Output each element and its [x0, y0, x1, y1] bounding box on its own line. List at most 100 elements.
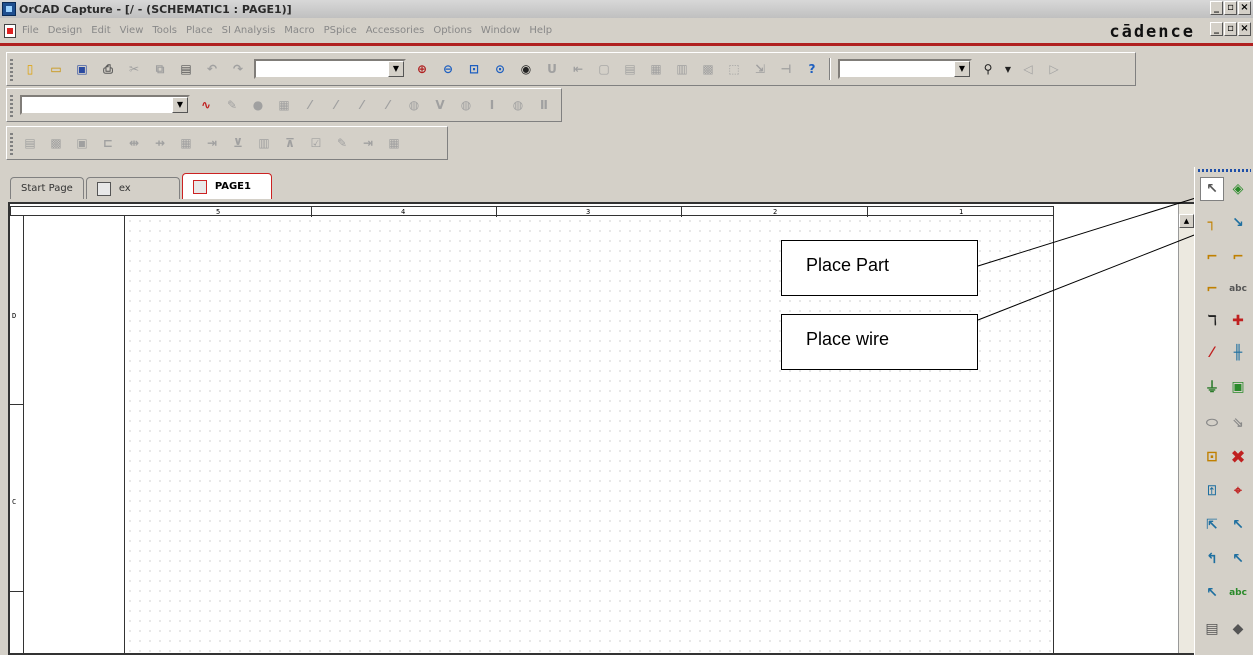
place-hier-block-icon[interactable]: ⁄: [1200, 341, 1224, 365]
scroll-up-button[interactable]: ▲: [1179, 214, 1194, 228]
help-icon[interactable]: ?: [801, 58, 823, 80]
place-wire-icon[interactable]: ┐: [1200, 211, 1224, 235]
view-results-icon[interactable]: ▦: [273, 94, 295, 116]
toolbar-grip[interactable]: [10, 133, 13, 155]
netlist-icon[interactable]: ▤: [619, 58, 641, 80]
bias-w2-icon[interactable]: ◍: [507, 94, 529, 116]
place-net-label-icon[interactable]: abc: [1226, 277, 1250, 301]
tab-ex[interactable]: ex: [85, 177, 180, 199]
new-icon[interactable]: ▯: [19, 58, 41, 80]
menu-view[interactable]: View: [120, 25, 144, 36]
place-line-icon[interactable]: ⇘: [1226, 411, 1250, 435]
snap-grid-icon[interactable]: ▩: [697, 58, 719, 80]
toolbar-grip[interactable]: [10, 95, 13, 117]
place-arc-icon[interactable]: ⌖: [1226, 479, 1250, 503]
place-bus-icon[interactable]: ⌐: [1200, 245, 1224, 269]
place-polyline-icon[interactable]: ⊡: [1200, 445, 1224, 469]
paste-icon[interactable]: ▤: [175, 58, 197, 80]
find-icon[interactable]: ⚲: [977, 58, 999, 80]
restore-button[interactable]: ▫: [1224, 1, 1237, 15]
cart-icon[interactable]: ⊻: [227, 132, 249, 154]
place-ic-part-icon[interactable]: ↖: [1200, 581, 1224, 605]
chevron-down-icon[interactable]: ▼: [172, 97, 188, 113]
find-dropdown-icon[interactable]: ▼: [1003, 58, 1013, 80]
toolbar-grip[interactable]: [10, 59, 13, 81]
new-simulation-icon[interactable]: ∿: [195, 94, 217, 116]
check-icon[interactable]: ☑: [305, 132, 327, 154]
connect-icon[interactable]: ⊏: [97, 132, 119, 154]
menu-design[interactable]: Design: [48, 25, 83, 36]
bias-i-icon[interactable]: Ⅴ: [429, 94, 451, 116]
menu-place[interactable]: Place: [186, 25, 213, 36]
bias-w-icon[interactable]: ◍: [455, 94, 477, 116]
select-icon[interactable]: ↖: [1200, 177, 1224, 201]
print-icon[interactable]: ⎙: [97, 58, 119, 80]
menu-file[interactable]: File: [22, 25, 39, 36]
voltage-marker-icon[interactable]: ⁄: [299, 94, 321, 116]
place-bezier-icon[interactable]: ↖: [1226, 513, 1250, 537]
bias-i2-icon[interactable]: Ⅰ: [481, 94, 503, 116]
menu-window[interactable]: Window: [481, 25, 520, 36]
place-rectangle-icon[interactable]: ✖: [1226, 445, 1250, 469]
open-icon[interactable]: ▭: [45, 58, 67, 80]
place-text-icon[interactable]: ↰: [1200, 547, 1224, 571]
menu-edit[interactable]: Edit: [91, 25, 110, 36]
export-icon[interactable]: ⇥: [201, 132, 223, 154]
bom-icon[interactable]: ▥: [671, 58, 693, 80]
place-power-icon[interactable]: ℸ: [1200, 309, 1224, 333]
current-marker-icon[interactable]: ⁄: [351, 94, 373, 116]
place-no-connect-icon[interactable]: ╫: [1226, 341, 1250, 365]
zoom-area-icon[interactable]: ⊡: [463, 58, 485, 80]
next-icon[interactable]: ▷: [1043, 58, 1065, 80]
back-annotate-icon[interactable]: ⇤: [567, 58, 589, 80]
menu-options[interactable]: Options: [433, 25, 472, 36]
pin-icon[interactable]: ▩: [45, 132, 67, 154]
menu-si-analysis[interactable]: SI Analysis: [222, 25, 276, 36]
part-edit-icon[interactable]: ▦: [175, 132, 197, 154]
visible-icon[interactable]: ◉: [515, 58, 537, 80]
help-icon[interactable]: ⊣: [775, 58, 797, 80]
palette-grip[interactable]: [1198, 169, 1251, 172]
place-port-icon[interactable]: ⏚: [1200, 375, 1224, 399]
diff-marker-icon[interactable]: ⁄: [325, 94, 347, 116]
menu-tools[interactable]: Tools: [152, 25, 177, 36]
place-elliptical-arc-icon[interactable]: ⇱: [1200, 513, 1224, 537]
zoom-all-icon[interactable]: ⊙: [489, 58, 511, 80]
minimize-button[interactable]: _: [1210, 1, 1223, 15]
place-image-icon[interactable]: ▤: [1200, 617, 1224, 641]
orcad-app-icon[interactable]: [2, 2, 16, 16]
annotate-icon[interactable]: U: [541, 58, 563, 80]
place-bookmark-icon[interactable]: ◆: [1226, 617, 1250, 641]
edit-simulation-icon[interactable]: ✎: [221, 94, 243, 116]
place-ellipse-icon[interactable]: ⍐: [1200, 479, 1224, 503]
bias-v-icon[interactable]: ◍: [403, 94, 425, 116]
vertical-scrollbar[interactable]: ▲: [1178, 204, 1194, 653]
drc-icon[interactable]: ▢: [593, 58, 615, 80]
close-button[interactable]: ×: [1238, 1, 1251, 15]
doc-restore-button[interactable]: ▫: [1224, 22, 1237, 36]
place-pin-icon[interactable]: ▣: [1226, 375, 1250, 399]
power-marker-icon[interactable]: ⁄: [377, 94, 399, 116]
netlist2-icon[interactable]: ✎: [331, 132, 353, 154]
grid-icon[interactable]: ▦: [383, 132, 405, 154]
place-junction-icon[interactable]: ⌐: [1226, 245, 1250, 269]
bus-icon[interactable]: ⇹: [123, 132, 145, 154]
menu-macro[interactable]: Macro: [284, 25, 314, 36]
chevron-down-icon[interactable]: ▼: [388, 61, 404, 77]
rules-icon[interactable]: ⊼: [279, 132, 301, 154]
document-icon[interactable]: [4, 23, 16, 38]
properties-icon[interactable]: ▥: [253, 132, 275, 154]
cross-reference-icon[interactable]: ▦: [645, 58, 667, 80]
export2-icon[interactable]: ⇥: [357, 132, 379, 154]
menu-pspice[interactable]: PSpice: [324, 25, 357, 36]
save-icon[interactable]: ▣: [71, 58, 93, 80]
part-combo[interactable]: ▼: [254, 59, 406, 79]
schematic-canvas[interactable]: 5 4 3 2 1 D C ▲: [8, 202, 1200, 655]
undo-icon[interactable]: ↶: [201, 58, 223, 80]
chevron-down-icon[interactable]: ▼: [954, 61, 970, 77]
place-net-alias-icon[interactable]: ↘: [1226, 211, 1250, 235]
busentry-icon[interactable]: ⇸: [149, 132, 171, 154]
simulation-profile-combo[interactable]: ▼: [20, 95, 190, 115]
copy-icon[interactable]: ⧉: [149, 58, 171, 80]
cut-icon[interactable]: ✂: [123, 58, 145, 80]
